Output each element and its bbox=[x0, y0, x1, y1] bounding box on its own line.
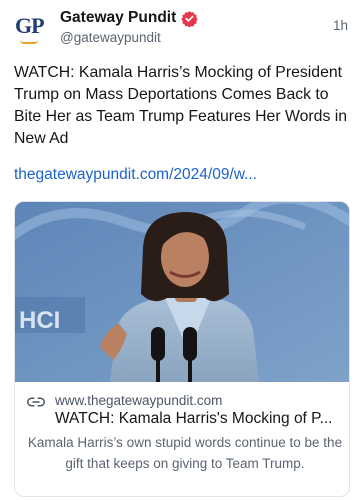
link-preview-card[interactable]: HCI www.thegatewaypundit.com WATCH: Kama bbox=[14, 201, 350, 497]
author-name-row: Gateway Pundit bbox=[60, 8, 198, 28]
avatar-logo-text: GP bbox=[15, 13, 45, 38]
post-link[interactable]: thegatewaypundit.com/2024/09/w... bbox=[14, 166, 257, 184]
post-timestamp[interactable]: 1h bbox=[333, 18, 348, 33]
post-header: GP Gateway Pundit @gatewaypundit 1h bbox=[14, 6, 350, 46]
post-text: WATCH: Kamala Harris’s Mocking of Presid… bbox=[14, 64, 348, 147]
verified-badge-icon bbox=[181, 10, 198, 27]
backdrop-text: HCI bbox=[19, 307, 60, 334]
card-photo: HCI bbox=[15, 202, 349, 382]
author-name[interactable]: Gateway Pundit bbox=[60, 9, 176, 27]
card-meta: www.thegatewaypundit.com WATCH: Kamala H… bbox=[15, 382, 349, 496]
link-icon bbox=[27, 397, 45, 407]
card-title[interactable]: WATCH: Kamala Harris's Mocking of P... bbox=[55, 410, 341, 428]
post[interactable]: GP Gateway Pundit @gatewaypundit 1h WATC… bbox=[0, 0, 364, 500]
card-domain: www.thegatewaypundit.com bbox=[55, 393, 223, 408]
avatar[interactable]: GP bbox=[14, 10, 50, 46]
card-image[interactable]: HCI bbox=[15, 202, 349, 382]
card-description: Kamala Harris’s own stupid words continu… bbox=[27, 435, 343, 471]
author-handle[interactable]: @gatewaypundit bbox=[60, 30, 161, 45]
avatar-swoosh bbox=[20, 40, 38, 44]
